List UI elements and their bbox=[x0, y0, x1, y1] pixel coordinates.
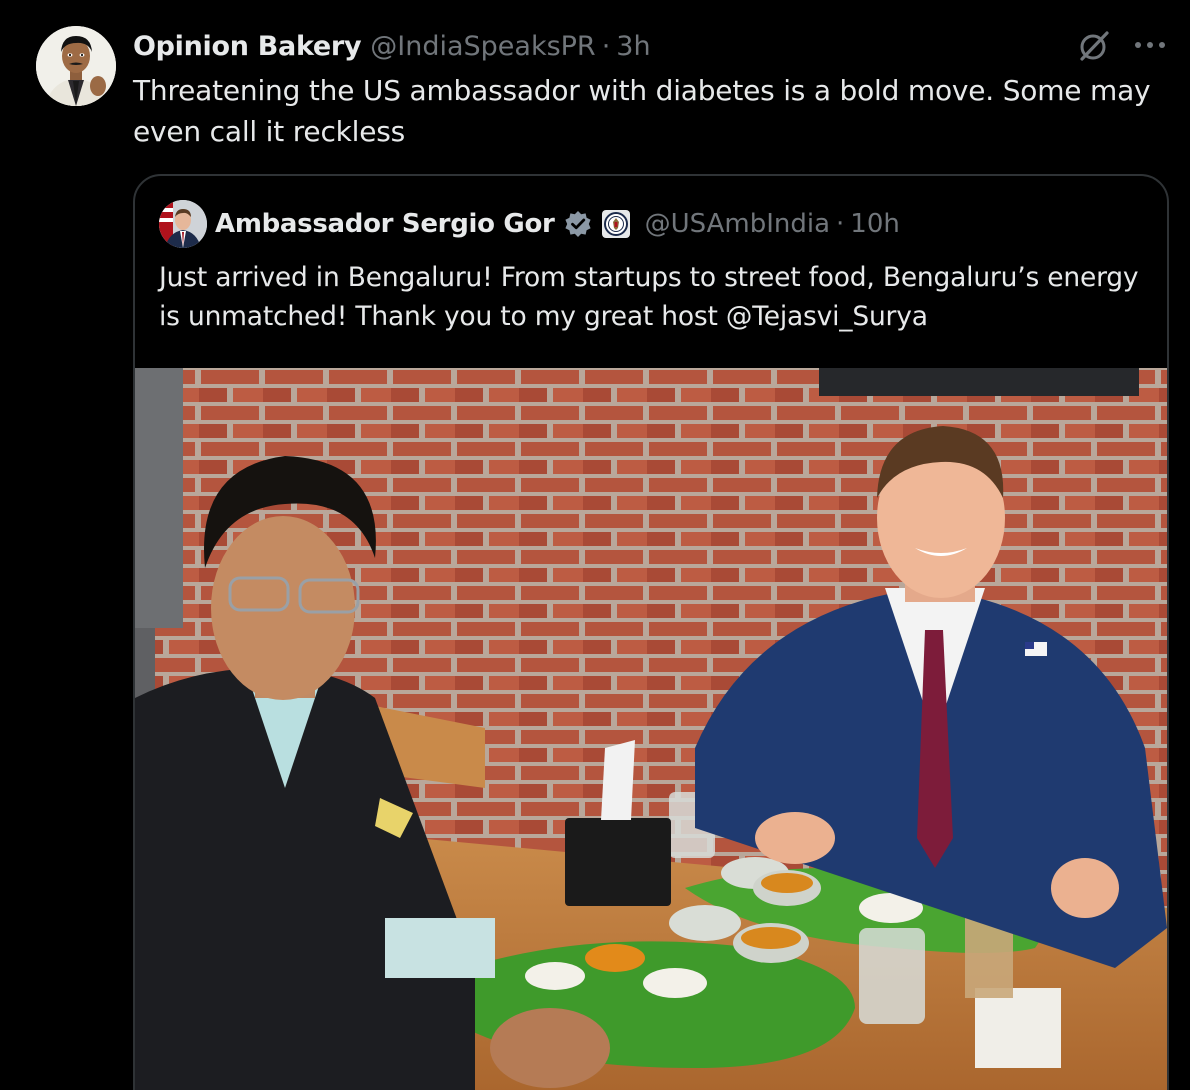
quoted-tweet-timestamp[interactable]: 10h bbox=[850, 209, 900, 239]
meta-separator: · bbox=[601, 30, 611, 62]
quoted-tweet-header: Ambassador Sergio Gor @USAmbIndia · 10h bbox=[215, 204, 900, 244]
quoted-author-avatar[interactable] bbox=[159, 200, 207, 248]
quoted-tweet-text: Just arrived in Bengaluru! From startups… bbox=[159, 262, 1139, 332]
tweet-text: Threatening the US ambassador with diabe… bbox=[133, 74, 1151, 148]
author-handle[interactable]: @IndiaSpeaksPR bbox=[370, 31, 595, 62]
quoted-tweet-card[interactable]: Ambassador Sergio Gor @USAmbIndia · 10h bbox=[133, 174, 1169, 1090]
tweet-article[interactable]: Opinion Bakery @IndiaSpeaksPR · 3h Threa… bbox=[0, 0, 1190, 1090]
author-avatar[interactable] bbox=[36, 26, 116, 106]
quoted-meta-separator: · bbox=[836, 209, 845, 239]
more-horizontal-icon[interactable] bbox=[1130, 30, 1170, 60]
quoted-author-handle[interactable]: @USAmbIndia bbox=[645, 209, 830, 239]
author-display-name[interactable]: Opinion Bakery bbox=[133, 31, 362, 62]
tweet-timestamp[interactable]: 3h bbox=[616, 31, 650, 62]
government-seal-icon[interactable] bbox=[601, 209, 631, 239]
grok-icon[interactable] bbox=[1076, 28, 1112, 64]
attached-photo[interactable] bbox=[135, 368, 1167, 1090]
tweet-header: Opinion Bakery @IndiaSpeaksPR · 3h bbox=[133, 26, 651, 66]
verified-badge-icon[interactable] bbox=[563, 209, 593, 239]
quoted-author-display-name[interactable]: Ambassador Sergio Gor bbox=[215, 209, 555, 239]
